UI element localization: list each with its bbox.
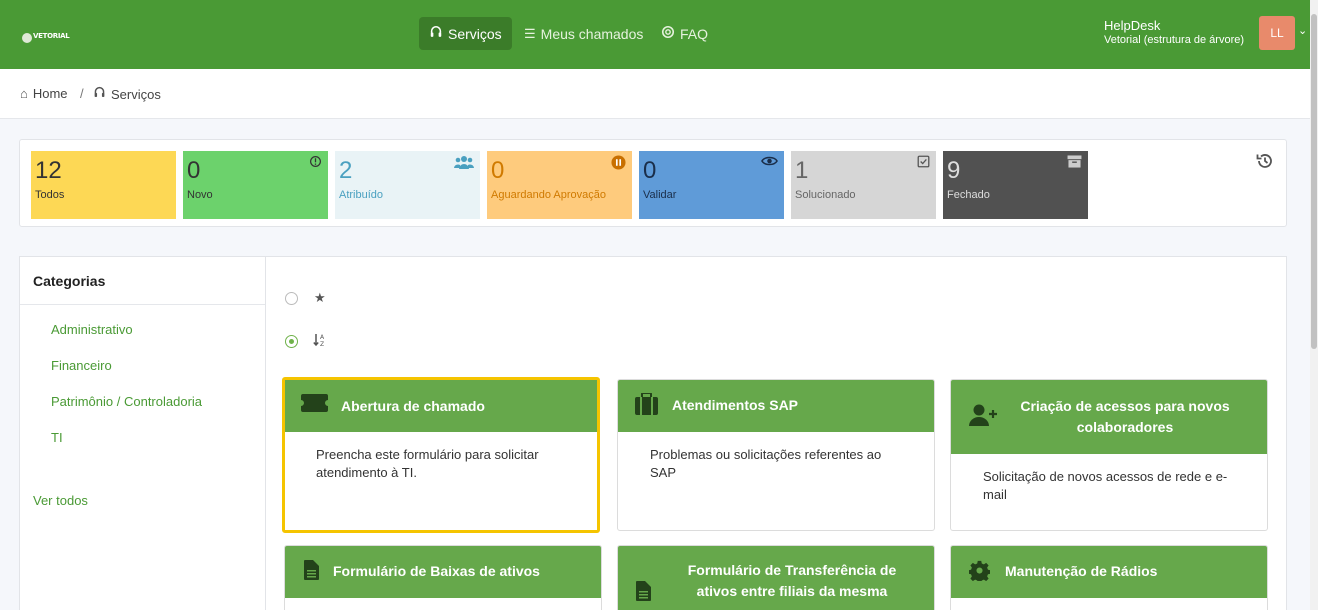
logo-text: VETORIAL xyxy=(33,32,70,40)
home-icon: ⌂ xyxy=(20,86,28,101)
breadcrumb: ⌂ Home / Serviços xyxy=(0,69,1310,119)
sort-favorites-radio[interactable] xyxy=(285,292,298,305)
svg-text:Z: Z xyxy=(320,341,324,347)
svg-text:A: A xyxy=(320,334,325,341)
breadcrumb-separator: / xyxy=(80,86,84,101)
service-card-abertura-de-chamado[interactable]: Abertura de chamado Preencha este formul… xyxy=(282,377,600,533)
sidebar-item-ti[interactable]: TI xyxy=(51,430,63,445)
status-count: 0 xyxy=(491,157,505,184)
services-panel: ★ AZ Abertura de chamado Preencha este f… xyxy=(265,256,1287,610)
card-title: Atendimentos SAP xyxy=(672,397,799,413)
status-label: Novo xyxy=(187,189,213,201)
nav-servicos[interactable]: Serviços xyxy=(419,17,512,50)
categories-sidebar: Categorias Administrativo Financeiro Pat… xyxy=(19,256,266,610)
user-plus-icon xyxy=(969,404,999,432)
nav-label: Serviços xyxy=(448,25,502,42)
top-navbar: VETORIAL Serviços ☰ Meus chamados FAQ He… xyxy=(0,0,1310,69)
status-count: 9 xyxy=(947,157,961,184)
service-card-manutencao-de-radios[interactable]: Manutenção de Rádios xyxy=(950,545,1268,610)
status-label: Fechado xyxy=(947,189,990,201)
card-title: Formulário de Transferência de ativos en… xyxy=(687,562,897,599)
lifebuoy-icon xyxy=(661,25,675,42)
logo[interactable]: VETORIAL xyxy=(22,30,70,46)
status-count: 0 xyxy=(643,157,657,184)
status-tile-aguardando-aprovacao[interactable]: 0 Aguardando Aprovação xyxy=(487,151,632,219)
status-tile-fechado[interactable]: 9 Fechado xyxy=(943,151,1088,219)
info-circle-icon xyxy=(309,155,322,171)
sidebar-title: Categorias xyxy=(33,273,106,289)
card-header: Criação de acessos para novos colaborado… xyxy=(951,380,1267,454)
service-card-criacao-de-acessos[interactable]: Criação de acessos para novos colaborado… xyxy=(950,379,1268,531)
ticket-status-summary: 12 Todos 0 Novo 2 Atribuído 0 Aguardando… xyxy=(19,139,1287,227)
gear-icon xyxy=(968,560,991,587)
ticket-icon xyxy=(301,394,328,418)
status-label: Todos xyxy=(35,189,65,201)
headset-icon xyxy=(429,25,443,42)
card-description: Problemas ou solicitações referentes ao … xyxy=(650,447,882,480)
file-icon xyxy=(304,560,319,586)
status-label: Aguardando Aprovação xyxy=(491,189,606,201)
page-scrollbar[interactable] xyxy=(1310,0,1318,610)
headset-icon xyxy=(93,86,106,102)
breadcrumb-current[interactable]: Serviços xyxy=(93,86,161,102)
status-tile-validar[interactable]: 0 Validar xyxy=(639,151,784,219)
card-header: Manutenção de Rádios xyxy=(951,546,1267,598)
sidebar-item-administrativo[interactable]: Administrativo xyxy=(51,322,133,337)
card-title: Formulário de Baixas de ativos xyxy=(333,563,540,579)
nav-faq[interactable]: FAQ xyxy=(651,17,718,50)
sort-alpha-icon: AZ xyxy=(313,333,327,350)
suitcase-icon xyxy=(635,392,658,421)
nav-label: FAQ xyxy=(680,25,709,42)
service-card-baixas-de-ativos[interactable]: Formulário de Baixas de ativos xyxy=(284,545,602,610)
avatar[interactable]: LL xyxy=(1259,16,1295,50)
status-tile-atribuido[interactable]: 2 Atribuído xyxy=(335,151,480,219)
logo-mark xyxy=(22,33,32,43)
status-count: 12 xyxy=(35,157,62,184)
list-icon: ☰ xyxy=(524,25,536,41)
star-icon: ★ xyxy=(314,290,326,305)
breadcrumb-current-label: Serviços xyxy=(111,86,161,102)
status-tile-todos[interactable]: 12 Todos xyxy=(31,151,176,219)
see-all-link[interactable]: Ver todos xyxy=(33,493,88,508)
archive-icon xyxy=(1067,155,1082,171)
history-icon[interactable] xyxy=(1256,152,1274,175)
breadcrumb-home[interactable]: ⌂ Home xyxy=(20,86,68,101)
status-label: Atribuído xyxy=(339,189,384,201)
service-card-atendimentos-sap[interactable]: Atendimentos SAP Problemas ou solicitaçõ… xyxy=(617,379,935,531)
status-label: Validar xyxy=(643,189,677,201)
divider xyxy=(20,304,265,305)
sidebar-item-financeiro[interactable]: Financeiro xyxy=(51,358,112,373)
scrollbar-thumb[interactable] xyxy=(1311,14,1317,349)
card-description: Solicitação de novos acessos de rede e e… xyxy=(983,469,1228,502)
card-header: Abertura de chamado xyxy=(285,380,597,432)
card-description: Preencha este formulário para solicitar … xyxy=(316,447,539,480)
service-card-transferencia-de-ativos[interactable]: Formulário de Transferência de ativos en… xyxy=(617,545,935,610)
card-title: Abertura de chamado xyxy=(341,398,485,414)
user-entity[interactable]: Vetorial (estrutura de árvore) xyxy=(1104,34,1244,46)
pause-circle-icon xyxy=(611,155,626,173)
status-tile-novo[interactable]: 0 Novo xyxy=(183,151,328,219)
status-tile-solucionado[interactable]: 1 Solucionado xyxy=(791,151,936,219)
nav-meus-chamados[interactable]: ☰ Meus chamados xyxy=(514,17,653,50)
chevron-down-icon[interactable]: ⌄ xyxy=(1298,24,1307,37)
eye-icon xyxy=(761,155,778,170)
status-count: 0 xyxy=(187,157,201,184)
sort-alpha-radio[interactable] xyxy=(285,335,298,348)
card-title: Criação de acessos para novos colaborado… xyxy=(1020,398,1230,435)
card-header: Formulário de Transferência de ativos en… xyxy=(618,546,934,610)
card-header: Atendimentos SAP xyxy=(618,380,934,432)
card-header: Formulário de Baixas de ativos xyxy=(285,546,601,598)
status-count: 1 xyxy=(795,157,809,184)
card-title: Manutenção de Rádios xyxy=(1005,563,1158,579)
file-icon xyxy=(636,581,651,607)
status-count: 2 xyxy=(339,157,353,184)
status-label: Solucionado xyxy=(795,189,856,201)
nav-label: Meus chamados xyxy=(540,25,644,42)
user-profile-name[interactable]: HelpDesk xyxy=(1104,18,1160,33)
breadcrumb-home-label: Home xyxy=(32,86,68,101)
users-icon xyxy=(454,155,474,172)
check-square-icon xyxy=(917,155,930,171)
sidebar-item-patrimonio[interactable]: Patrimônio / Controladoria xyxy=(51,394,202,409)
